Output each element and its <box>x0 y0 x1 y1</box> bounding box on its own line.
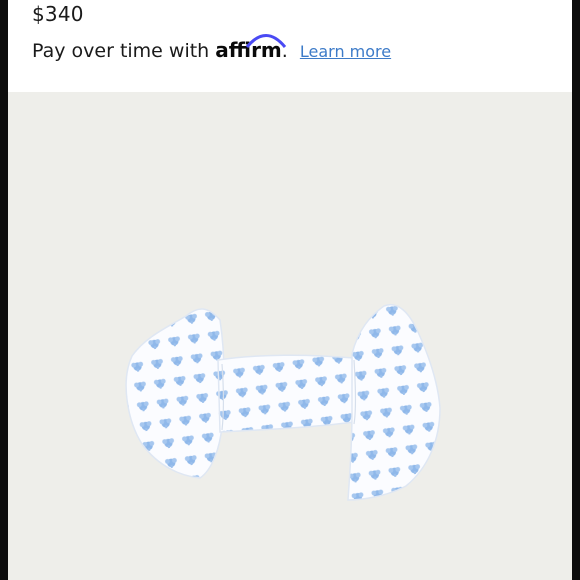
bow-top-garment-icon <box>125 303 441 501</box>
affirm-arc-icon <box>246 34 287 48</box>
product-price: $340 <box>32 2 84 26</box>
right-bow-lobe <box>347 303 441 501</box>
product-image[interactable] <box>8 92 572 580</box>
affirm-logo: affirm <box>215 34 287 62</box>
affirm-financing-line: Pay over time with affirm. Learn more <box>32 34 391 62</box>
product-page: $340 Pay over time with affirm. Learn mo… <box>8 0 572 580</box>
learn-more-link[interactable]: Learn more <box>300 42 391 61</box>
center-band <box>217 354 355 433</box>
left-bow-lobe <box>125 308 225 479</box>
financing-text: Pay over time with <box>32 40 210 62</box>
